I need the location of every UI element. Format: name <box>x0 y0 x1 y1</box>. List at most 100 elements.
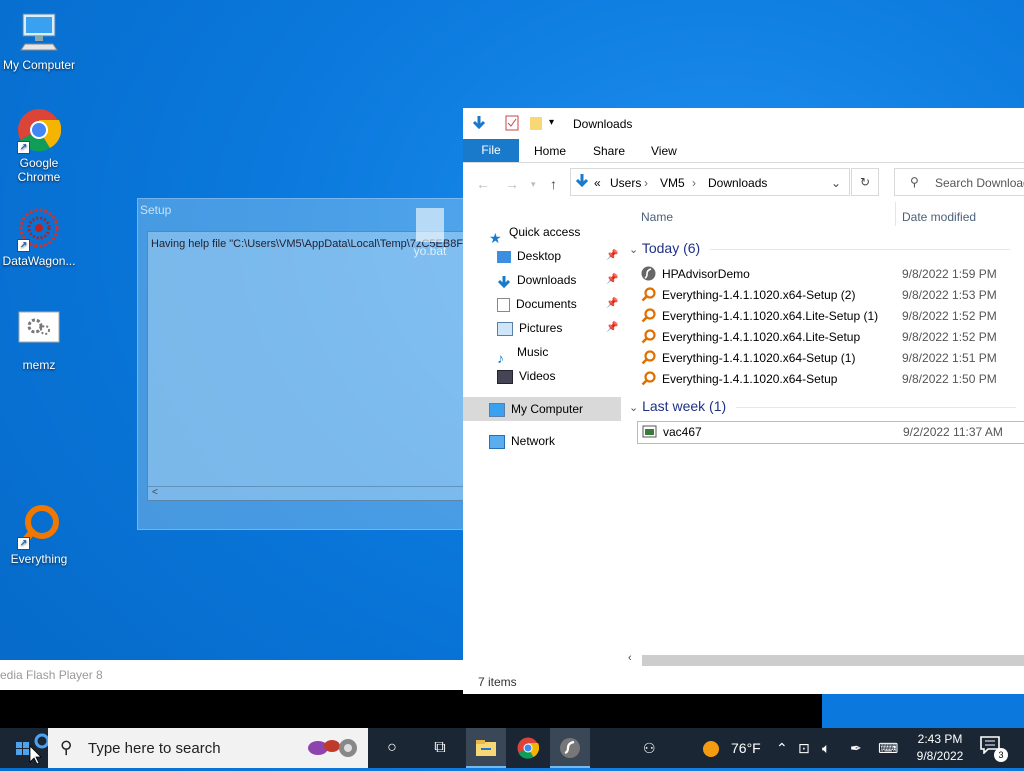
pin-icon[interactable]: 📌 <box>606 322 618 333</box>
desktop-icon-label: DataWagon... <box>2 254 76 268</box>
shortcut-arrow-icon: ↗ <box>17 141 30 154</box>
checklist-icon[interactable] <box>505 115 519 134</box>
setup-log-box[interactable]: Having help file "C:\Users\VM5\AppData\L… <box>147 231 469 501</box>
notification-center-button[interactable]: 3 <box>980 736 1008 762</box>
address-prefix[interactable]: « <box>594 176 601 190</box>
nav-desktop[interactable]: Desktop <box>497 245 561 267</box>
breadcrumb-chevron-icon[interactable]: › <box>644 176 648 190</box>
file-date: 9/2/2022 11:37 AM <box>903 425 1003 439</box>
file-row[interactable]: Everything-1.4.1.1020.x64.Lite-Setup (1)… <box>639 306 1024 327</box>
breadcrumb-chevron-icon[interactable]: › <box>692 176 696 190</box>
shortcut-arrow-icon: ↗ <box>17 537 30 550</box>
windows-logo-icon <box>16 733 50 765</box>
window-title: Downloads <box>573 117 633 131</box>
group-header-last-week[interactable]: ⌄ Last week (1) <box>629 398 1017 414</box>
tab-share[interactable]: Share <box>593 144 625 158</box>
keyboard-icon[interactable]: ⌨︎ <box>878 740 898 757</box>
nav-label: Music <box>517 345 549 359</box>
flash-player-window[interactable]: edia Flash Player 8 <box>0 660 463 690</box>
search-input[interactable]: ⚲ Search Downloads <box>894 168 1024 196</box>
chrome-icon: ↗ <box>17 108 62 154</box>
desktop-icon-datawagon[interactable]: ↗ DataWagon... <box>0 206 78 268</box>
file-row[interactable]: Everything-1.4.1.1020.x64-Setup 9/8/2022… <box>639 369 1024 390</box>
file-row[interactable]: Everything-1.4.1.1020.x64-Setup (1) 9/8/… <box>639 348 1024 369</box>
search-icon: ⚲ <box>60 738 73 757</box>
volume-icon[interactable]: 🔈︎ <box>822 740 830 757</box>
nav-quick-access[interactable]: ★ Quick access <box>489 221 580 246</box>
desktop-icon-my-computer[interactable]: My Computer <box>0 10 78 72</box>
desktop-icon-memz[interactable]: memz <box>0 310 78 372</box>
network-icon[interactable]: ⊡ <box>798 740 810 757</box>
file-row[interactable]: Everything-1.4.1.1020.x64.Lite-Setup 9/8… <box>639 327 1024 348</box>
clock[interactable]: 2:43 PM 9/8/2022 <box>910 731 970 765</box>
weather-temperature[interactable]: 76°F <box>731 740 761 756</box>
file-date: 9/8/2022 1:52 PM <box>902 330 997 344</box>
taskbar-search-input[interactable]: ⚲ Type here to search <box>48 728 368 768</box>
new-folder-icon[interactable] <box>529 115 543 134</box>
breadcrumb-downloads[interactable]: Downloads <box>708 176 767 190</box>
column-header-name[interactable]: Name <box>641 210 673 224</box>
pin-icon[interactable]: 📌 <box>606 274 618 285</box>
file-name: vac467 <box>663 425 702 439</box>
flash-player-title: edia Flash Player 8 <box>0 668 103 682</box>
forward-arrow-icon[interactable]: → <box>505 176 519 192</box>
nav-network[interactable]: Network <box>489 430 555 452</box>
weather-sun-icon[interactable] <box>702 740 720 761</box>
column-header-date-modified[interactable]: Date modified <box>902 210 976 224</box>
desktop-icon-yo-bat[interactable]: yo.bat <box>410 208 450 258</box>
chrome-taskbar-icon[interactable] <box>508 728 548 768</box>
breadcrumb-vm5[interactable]: VM5 <box>660 176 685 190</box>
people-icon[interactable]: ⚇ <box>643 740 656 757</box>
start-button[interactable] <box>0 728 50 768</box>
search-highlight-icon[interactable] <box>298 734 362 765</box>
breadcrumb-users[interactable]: Users <box>610 176 641 190</box>
tab-home[interactable]: Home <box>534 144 566 158</box>
nav-downloads[interactable]: Downloads <box>497 269 576 291</box>
black-window-region <box>0 690 822 728</box>
pen-icon[interactable]: ✒︎ <box>850 740 862 757</box>
address-dropdown-icon[interactable]: ⌄ <box>831 176 841 190</box>
flash-player-taskbar-icon[interactable] <box>550 728 590 768</box>
group-title: Today (6) <box>641 240 701 256</box>
address-bar[interactable]: « Users › VM5 › Downloads ⌄ <box>570 168 850 196</box>
desktop-icon-everything[interactable]: ↗ Everything <box>0 504 78 566</box>
quick-access-toolbar: ▾ Downloads <box>463 108 1024 138</box>
up-arrow-icon[interactable]: ↑ <box>550 176 557 192</box>
setup-hscrollbar[interactable]: < <box>148 486 468 500</box>
nav-music[interactable]: ♪ Music <box>497 341 549 366</box>
nav-pictures[interactable]: Pictures <box>497 317 562 339</box>
desktop-icon-google-chrome[interactable]: ↗ Google Chrome <box>0 108 78 184</box>
file-date: 9/8/2022 1:59 PM <box>902 267 997 281</box>
column-separator[interactable] <box>895 202 896 226</box>
customize-toolbar-dropdown-icon[interactable]: ▾ <box>549 117 554 128</box>
horizontal-scrollbar[interactable]: ‹ <box>622 652 1024 669</box>
pin-icon[interactable]: 📌 <box>606 250 618 261</box>
scrollbar-thumb[interactable] <box>642 655 1024 666</box>
cortana-circle-icon[interactable]: ○ <box>372 728 412 768</box>
file-row[interactable]: HPAdvisorDemo 9/8/2022 1:59 PM <box>639 264 1024 285</box>
scroll-left-arrow-icon[interactable]: ‹ <box>628 652 632 664</box>
group-divider <box>736 406 1017 408</box>
desktop-icon-label: Everything <box>10 552 68 566</box>
clock-time: 2:43 PM <box>917 732 963 746</box>
ribbon-tabs: File Home Share View <box>463 138 1024 163</box>
tab-view[interactable]: View <box>651 144 677 158</box>
back-arrow-icon[interactable]: ← <box>476 176 490 192</box>
scroll-left-arrow[interactable]: < <box>152 487 158 498</box>
file-row[interactable]: vac467 9/2/2022 11:37 AM <box>637 421 1024 444</box>
file-explorer-taskbar-icon[interactable] <box>466 728 506 768</box>
tab-file[interactable]: File <box>463 139 519 162</box>
nav-videos[interactable]: Videos <box>497 365 555 387</box>
recent-locations-chevron-icon[interactable]: ▾ <box>531 179 536 190</box>
chevron-down-icon: ⌄ <box>629 402 639 414</box>
refresh-button[interactable]: ↻ <box>851 168 879 196</box>
show-hidden-icons-chevron-icon[interactable]: ⌃ <box>776 740 788 757</box>
nav-my-computer[interactable]: My Computer <box>489 398 583 420</box>
nav-documents[interactable]: Documents <box>497 293 577 315</box>
group-header-today[interactable]: ⌄ Today (6) <box>629 240 1011 256</box>
file-explorer-window[interactable]: ▾ Downloads File Home Share View ← → ▾ ↑… <box>463 108 1024 694</box>
file-row[interactable]: Everything-1.4.1.1020.x64-Setup (2) 9/8/… <box>639 285 1024 306</box>
task-view-icon[interactable]: ⧉ <box>420 728 460 768</box>
properties-icon[interactable] <box>471 115 487 134</box>
pin-icon[interactable]: 📌 <box>606 298 618 309</box>
